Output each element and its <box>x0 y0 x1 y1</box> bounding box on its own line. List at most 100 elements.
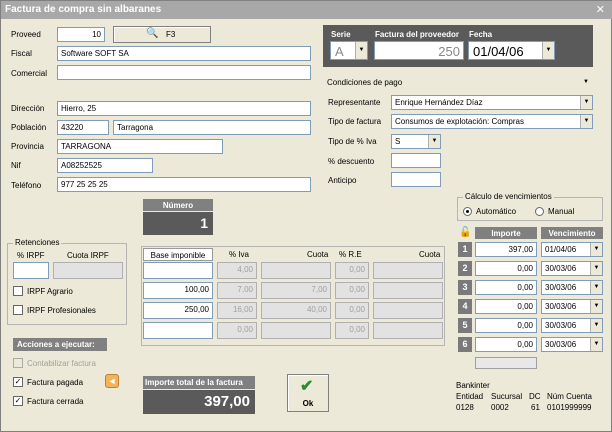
condiciones-label: Condiciones de pago <box>327 78 403 87</box>
provincia-input[interactable]: TARRAGONA <box>57 139 223 154</box>
base-row-0[interactable] <box>143 262 213 279</box>
direccion-input[interactable]: Hierro, 25 <box>57 101 311 116</box>
chevron-down-icon[interactable]: ▼ <box>580 96 592 109</box>
direccion-label: Dirección <box>11 104 45 113</box>
vencimiento-fecha-select[interactable]: 01/04/06 ▼ <box>541 242 603 257</box>
anticipo-label: Anticipo <box>328 176 357 185</box>
manual-radio[interactable] <box>535 207 544 216</box>
poblacion-input[interactable]: Tarragona <box>113 120 311 135</box>
representante-label: Representante <box>328 98 381 107</box>
fecha-value: 01/04/06 <box>473 44 524 59</box>
cp-input[interactable]: 43220 <box>57 120 109 135</box>
base-row-2[interactable]: 250,00 <box>143 302 213 319</box>
representante-select[interactable]: Enrique Hernández Díaz ▼ <box>391 95 593 110</box>
chevron-down-icon[interactable]: ▼ <box>580 115 592 128</box>
vencimiento-row-number: 4 <box>458 299 472 314</box>
vencimiento-importe-input[interactable]: 0,00 <box>475 318 537 333</box>
chevron-down-icon[interactable]: ▼ <box>428 135 440 148</box>
anticipo-input[interactable] <box>391 172 441 187</box>
numero-value: 1 <box>143 212 213 235</box>
sucursal-label: Sucursal <box>491 392 523 401</box>
chevron-down-icon[interactable]: ▼ <box>590 281 602 294</box>
vencimiento-importe-input[interactable]: 397,00 <box>475 242 537 257</box>
chevron-down-icon[interactable]: ▼ <box>580 76 592 89</box>
nif-input[interactable]: A08252525 <box>57 158 153 173</box>
binoculars-icon: 🔍 <box>146 28 159 39</box>
close-icon[interactable]: ✕ <box>596 3 605 16</box>
title-bar: Factura de compra sin albaranes ✕ <box>1 1 612 19</box>
automatico-radio[interactable] <box>463 207 472 216</box>
vencimiento-fecha-value: 30/03/06 <box>545 283 577 292</box>
vencimiento-importe-input[interactable]: 0,00 <box>475 261 537 276</box>
cuota-header: Cuota <box>307 250 329 259</box>
vencimiento-fecha-select[interactable]: 30/03/06 ▼ <box>541 337 603 352</box>
vencimiento-fecha-select[interactable]: 30/03/06 ▼ <box>541 280 603 295</box>
serie-value: A <box>335 44 344 59</box>
irpf-input[interactable] <box>13 262 49 279</box>
chevron-down-icon[interactable]: ▼ <box>542 42 554 59</box>
chevron-down-icon[interactable]: ▼ <box>355 42 367 59</box>
arrow-left-icon[interactable]: ◄ <box>105 374 119 388</box>
sucursal-value: 0002 <box>491 403 509 412</box>
cuota-row-2: 40,00 <box>261 302 331 319</box>
factura-cerrada-checkbox[interactable]: ✓ <box>13 396 23 406</box>
proveed-input[interactable]: 10 <box>57 27 105 42</box>
contabilizar-label: Contabilizar factura <box>27 359 96 368</box>
check-icon: ✔ <box>300 378 314 395</box>
chevron-down-icon[interactable]: ▼ <box>590 300 602 313</box>
cuota2-row-0 <box>373 262 443 279</box>
vencimiento-fecha-select[interactable]: 30/03/06 ▼ <box>541 318 603 333</box>
search-button-label: F3 <box>166 30 176 39</box>
serie-select[interactable]: A ▼ <box>330 41 368 60</box>
irpf-agrario-checkbox[interactable] <box>13 286 23 296</box>
vencimiento-importe-input[interactable]: 0,00 <box>475 299 537 314</box>
irpf-profesionales-checkbox[interactable] <box>13 305 23 315</box>
fecha-select[interactable]: 01/04/06 ▼ <box>468 41 555 60</box>
iva-row-1: 7,00 <box>217 282 257 299</box>
descuento-input[interactable] <box>391 153 441 168</box>
base-header: Base imponible <box>143 248 213 261</box>
vencimiento-fecha-select[interactable]: 30/03/06 ▼ <box>541 261 603 276</box>
lock-icon[interactable]: 🔓 <box>459 227 471 238</box>
fecha-label: Fecha <box>469 30 493 39</box>
vencimiento-row-number: 2 <box>458 261 472 276</box>
search-supplier-button[interactable]: 🔍 F3 <box>113 26 211 43</box>
chevron-down-icon[interactable]: ▼ <box>590 243 602 256</box>
telefono-input[interactable]: 977 25 25 25 <box>57 177 311 192</box>
representante-value: Enrique Hernández Díaz <box>395 98 483 107</box>
cuota2-header: Cuota <box>419 250 441 259</box>
condiciones-pago-select[interactable]: Condiciones de pago ▼ <box>323 75 593 90</box>
provincia-label: Provincia <box>11 142 44 151</box>
retenciones-title: Retenciones <box>13 238 62 247</box>
tipo-factura-select[interactable]: Consumos de explotación: Compras ▼ <box>391 114 593 129</box>
acciones-title: Acciones a ejecutar: <box>13 338 107 351</box>
vencimiento-importe-input[interactable]: 0,00 <box>475 337 537 352</box>
factura-pagada-checkbox[interactable]: ✓ <box>13 377 23 387</box>
vencimiento-importe-input[interactable]: 0,00 <box>475 280 537 295</box>
comercial-input[interactable] <box>57 65 311 80</box>
iva-header: % Iva <box>229 250 250 259</box>
iva-row-0: 4,00 <box>217 262 257 279</box>
nif-label: Nif <box>11 161 21 170</box>
bank-name: Bankinter <box>456 381 490 390</box>
base-row-3[interactable] <box>143 322 213 339</box>
vencimiento-fecha-select[interactable]: 30/03/06 ▼ <box>541 299 603 314</box>
chevron-down-icon[interactable]: ▼ <box>590 262 602 275</box>
re-header: % R.E <box>339 250 362 259</box>
chevron-down-icon[interactable]: ▼ <box>590 319 602 332</box>
manual-label: Manual <box>548 207 575 216</box>
importe-header: Importe <box>475 227 537 239</box>
cuota2-row-2 <box>373 302 443 319</box>
factura-proveedor-input[interactable]: 250 <box>374 41 464 60</box>
fiscal-input[interactable]: Software SOFT SA <box>57 46 311 61</box>
iva-row-3: 0,00 <box>217 322 257 339</box>
cuota-irpf-input <box>53 262 123 279</box>
chevron-down-icon[interactable]: ▼ <box>590 338 602 351</box>
tipo-iva-select[interactable]: S ▼ <box>391 134 441 149</box>
vencimiento-row-number: 6 <box>458 337 472 352</box>
base-row-1[interactable]: 100,00 <box>143 282 213 299</box>
ok-button[interactable]: ✔ Ok <box>287 374 329 412</box>
entidad-value: 0128 <box>456 403 474 412</box>
numero-label: Número <box>143 199 213 211</box>
window-title: Factura de compra sin albaranes <box>5 4 162 15</box>
